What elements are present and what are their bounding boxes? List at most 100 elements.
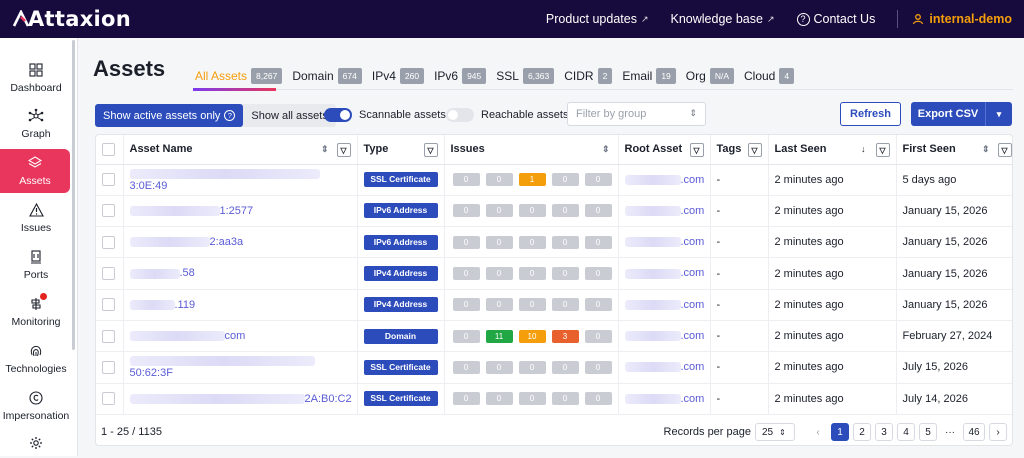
issue-count-badge[interactable]: 0 <box>518 360 546 374</box>
root-asset-cell[interactable]: .com <box>618 164 711 196</box>
asset-name-link[interactable]: 3:0E:49 <box>130 180 168 192</box>
issue-count-badge[interactable]: 0 <box>452 204 480 218</box>
table-row[interactable]: com Domain 0 11 10 3 0 .com -2 minutes ago Februa… <box>96 320 1012 353</box>
root-asset-link[interactable]: .com <box>681 299 705 311</box>
row-checkbox[interactable] <box>102 267 115 281</box>
reachable-toggle[interactable] <box>446 108 474 122</box>
asset-name-cell[interactable]: com <box>123 320 358 353</box>
issue-count-badge[interactable]: 0 <box>452 329 480 343</box>
tab-ssl[interactable]: SSL 6,363 <box>496 65 555 87</box>
filter-icon[interactable]: ▽ <box>875 143 890 157</box>
sidebar-item-issues[interactable]: Issues <box>0 196 72 240</box>
issue-count-badge[interactable]: 0 <box>452 360 480 374</box>
records-per-page-select[interactable]: 25 ⇕ <box>755 423 795 441</box>
page-button[interactable]: 4 <box>897 423 915 441</box>
root-asset-cell[interactable]: .com <box>618 351 711 384</box>
sidebar-scrollbar[interactable] <box>72 40 75 350</box>
issue-count-badge[interactable]: 0 <box>518 298 546 312</box>
table-row[interactable]: .119 IPv4 Address 0 0 0 0 0 .com -2 minutes ago J… <box>96 289 1012 321</box>
sort-icon[interactable]: ⇕ <box>321 144 329 155</box>
filter-icon[interactable]: ▽ <box>747 143 762 157</box>
page-button[interactable]: 2 <box>853 423 871 441</box>
table-row[interactable]: 2:aa3a IPv6 Address 0 0 0 0 0 .com -2 minutes ag… <box>96 226 1012 259</box>
issue-count-badge[interactable]: 0 <box>452 235 480 249</box>
column-type[interactable]: Type ▽ <box>357 135 445 165</box>
filter-icon[interactable]: ▽ <box>997 143 1012 157</box>
user-menu[interactable]: internal-demo <box>912 12 1012 26</box>
sidebar-item-impersonation[interactable]: Impersonation <box>0 384 72 428</box>
refresh-button[interactable]: Refresh <box>840 102 901 126</box>
column-root-asset[interactable]: Root Asset ▽ <box>618 135 711 165</box>
issue-count-badge[interactable]: 0 <box>584 298 612 312</box>
column-first-seen[interactable]: First Seen ⇕ ▽ <box>896 135 1012 165</box>
help-icon[interactable]: ? <box>224 110 236 121</box>
asset-name-link[interactable]: .119 <box>175 299 196 311</box>
row-checkbox[interactable] <box>102 204 115 218</box>
knowledge-base-link[interactable]: Knowledge base ↗ <box>671 12 775 26</box>
table-row[interactable]: 2A:B0:C2 SSL Certificate 0 0 0 0 0 .com -2 minut… <box>96 383 1012 415</box>
filter-icon[interactable]: ▽ <box>689 143 704 157</box>
sidebar-item-dashboard[interactable]: Dashboard <box>0 56 72 100</box>
chevron-down-icon[interactable]: ▾ <box>985 102 1012 126</box>
root-asset-cell[interactable]: .com <box>618 226 711 259</box>
root-asset-link[interactable]: .com <box>681 236 705 248</box>
row-checkbox[interactable] <box>102 360 115 374</box>
column-last-seen[interactable]: Last Seen ↓ ▽ <box>768 135 897 165</box>
tab-ipv6[interactable]: IPv6 945 <box>434 65 487 87</box>
root-asset-link[interactable]: .com <box>681 268 705 280</box>
issue-count-badge[interactable]: 0 <box>551 298 579 312</box>
select-all-checkbox[interactable] <box>102 142 115 156</box>
issue-count-badge[interactable]: 0 <box>518 267 546 281</box>
issue-count-badge[interactable]: 0 <box>584 329 612 343</box>
page-button[interactable]: 46 <box>963 423 985 441</box>
issue-count-badge[interactable]: 1 <box>518 173 546 187</box>
issue-count-badge[interactable]: 0 <box>485 360 513 374</box>
tab-domain[interactable]: Domain 674 <box>292 65 362 87</box>
issue-count-badge[interactable]: 0 <box>584 204 612 218</box>
show-all-button[interactable]: Show all assets <box>243 104 335 127</box>
root-asset-cell[interactable]: .com <box>618 289 711 321</box>
issue-count-badge[interactable]: 0 <box>485 173 513 187</box>
tab-org[interactable]: Org N/A <box>686 65 734 87</box>
export-csv-button[interactable]: Export CSV ▾ <box>911 102 1012 126</box>
filter-icon[interactable]: ▽ <box>423 143 438 157</box>
tab-email[interactable]: Email 19 <box>622 65 676 87</box>
next-page-button[interactable]: › <box>989 423 1007 441</box>
row-checkbox[interactable] <box>102 298 115 312</box>
issue-count-badge[interactable]: 10 <box>518 329 546 343</box>
root-asset-cell[interactable]: .com <box>618 195 711 228</box>
table-row[interactable]: 3:0E:49 SSL Certificate 0 0 1 0 0 .com -2 minute… <box>96 164 1012 196</box>
sidebar-item-ports[interactable]: Ports <box>0 243 72 287</box>
logo[interactable]: Attaxion <box>12 7 131 31</box>
page-button[interactable]: 3 <box>875 423 893 441</box>
issue-count-badge[interactable]: 0 <box>485 267 513 281</box>
issue-count-badge[interactable]: 0 <box>452 267 480 281</box>
issue-count-badge[interactable]: 0 <box>485 298 513 312</box>
issue-count-badge[interactable]: 0 <box>551 267 579 281</box>
asset-name-cell[interactable]: 2A:B0:C2 <box>123 383 358 415</box>
issue-count-badge[interactable]: 0 <box>584 360 612 374</box>
tab-all-assets[interactable]: All Assets 8,267 <box>195 65 283 87</box>
sidebar-item-assets[interactable]: Assets <box>0 149 70 193</box>
issue-count-badge[interactable]: 3 <box>551 329 579 343</box>
column-asset-name[interactable]: Asset Name ⇕ ▽ <box>123 135 358 165</box>
page-button[interactable]: 5 <box>919 423 937 441</box>
show-active-button[interactable]: Show active assets only? <box>95 104 244 127</box>
issue-count-badge[interactable]: 0 <box>518 392 546 406</box>
table-row[interactable]: 1:2577 IPv6 Address 0 0 0 0 0 .com -2 minutes ag… <box>96 195 1012 228</box>
issue-count-badge[interactable]: 0 <box>518 235 546 249</box>
tab-cloud[interactable]: Cloud 4 <box>744 65 795 87</box>
filter-icon[interactable]: ▽ <box>336 143 351 157</box>
asset-name-cell[interactable]: 3:0E:49 <box>123 164 358 196</box>
prev-page-button[interactable]: ‹ <box>809 423 827 441</box>
asset-name-link[interactable]: 2A:B0:C2 <box>305 393 352 405</box>
issue-count-badge[interactable]: 0 <box>584 235 612 249</box>
issue-count-badge[interactable]: 0 <box>551 392 579 406</box>
issue-count-badge[interactable]: 0 <box>584 267 612 281</box>
asset-name-link[interactable]: 2:aa3a <box>210 236 244 248</box>
table-row[interactable]: .58 IPv4 Address 0 0 0 0 0 .com -2 minutes ago Ja… <box>96 257 1012 290</box>
row-checkbox[interactable] <box>102 329 115 343</box>
root-asset-cell[interactable]: .com <box>618 257 711 290</box>
sort-icon[interactable]: ⇕ <box>602 144 610 155</box>
asset-name-cell[interactable]: 1:2577 <box>123 195 358 228</box>
